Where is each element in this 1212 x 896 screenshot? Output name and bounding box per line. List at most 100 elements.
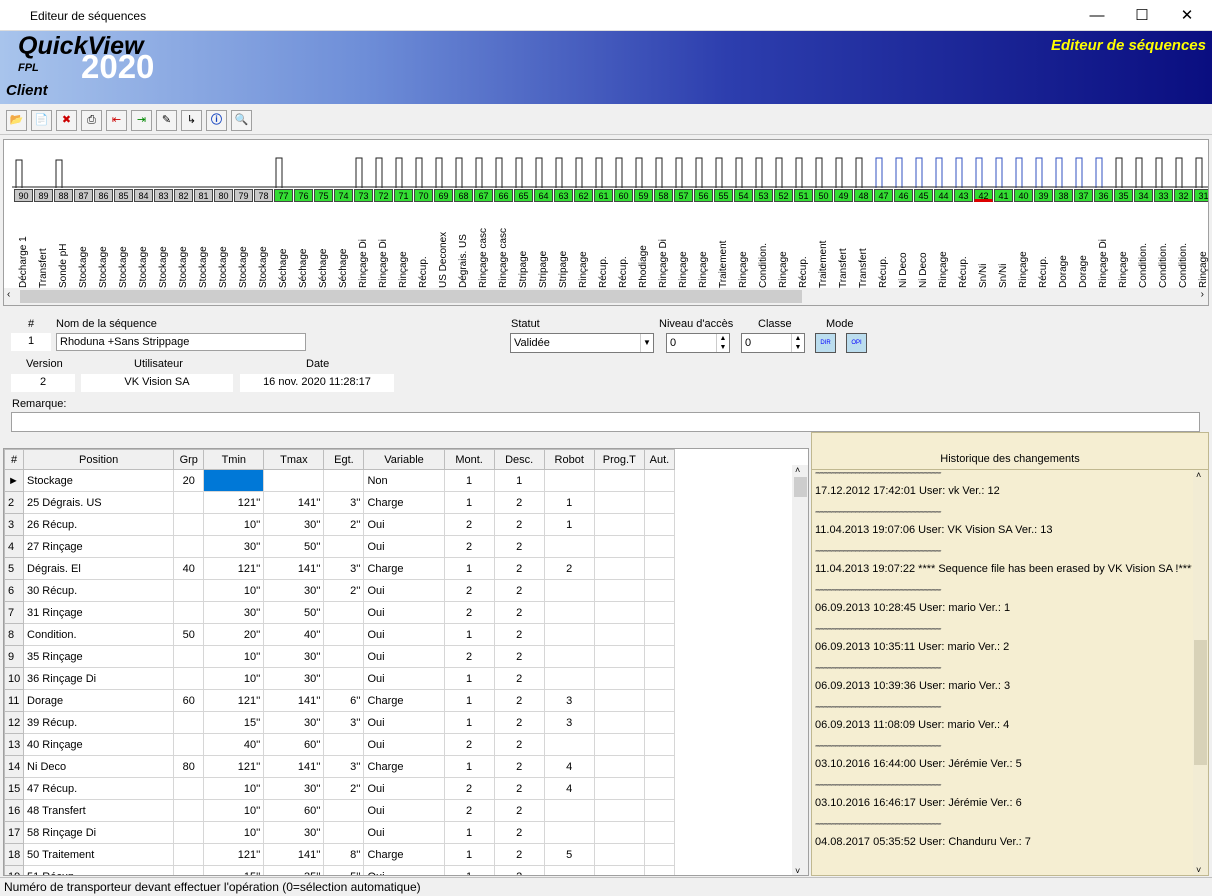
table-cell[interactable]	[323, 469, 365, 492]
table-cell[interactable]: 2''	[323, 513, 365, 536]
position-number[interactable]: 37	[1074, 189, 1093, 202]
table-cell[interactable]: 6''	[323, 689, 365, 712]
table-cell[interactable]: Ni Deco	[23, 755, 175, 778]
table-cell[interactable]: Oui	[363, 799, 445, 822]
table-cell[interactable]: 2''	[323, 579, 365, 602]
history-vertical-scrollbar[interactable]: ˄ ˅	[1193, 470, 1208, 875]
position-number[interactable]: 75	[314, 189, 333, 202]
table-cell[interactable]: 141''	[263, 843, 325, 866]
column-header[interactable]: Variable	[363, 449, 445, 470]
scroll-up-icon[interactable]: ˄	[1196, 470, 1201, 480]
table-cell[interactable]: 5	[4, 557, 25, 580]
table-cell[interactable]: 36 Rinçage Di	[23, 667, 175, 690]
table-cell[interactable]	[593, 733, 645, 756]
column-header[interactable]: Grp	[173, 449, 205, 470]
table-cell[interactable]	[643, 777, 676, 800]
table-cell[interactable]: 1	[443, 865, 495, 875]
table-cell[interactable]: 11	[4, 689, 25, 712]
table-cell[interactable]: 141''	[263, 491, 325, 514]
sequence-name-input[interactable]: Rhoduna +Sans Strippage	[56, 333, 306, 351]
table-cell[interactable]: 13	[4, 733, 25, 756]
table-cell[interactable]	[593, 491, 645, 514]
table-cell[interactable]	[643, 711, 676, 734]
table-cell[interactable]	[643, 601, 676, 624]
position-number[interactable]: 31	[1194, 189, 1208, 202]
table-cell[interactable]: 2	[493, 667, 545, 690]
stepper-arrows-icon[interactable]: ▲ ▼	[716, 334, 729, 352]
table-cell[interactable]: Oui	[363, 865, 445, 875]
position-number[interactable]: 88	[54, 189, 73, 202]
position-number[interactable]: 53	[754, 189, 773, 202]
column-header[interactable]: Desc.	[493, 449, 545, 470]
position-number[interactable]: 36	[1094, 189, 1113, 202]
table-cell[interactable]: 5''	[323, 865, 365, 875]
history-scroll-thumb[interactable]	[1194, 640, 1207, 765]
table-cell[interactable]: 2	[493, 733, 545, 756]
table-cell[interactable]: 30''	[263, 777, 325, 800]
position-number[interactable]: 55	[714, 189, 733, 202]
position-number[interactable]: 71	[394, 189, 413, 202]
table-cell[interactable]: 12	[4, 711, 25, 734]
table-cell[interactable]: 15''	[203, 711, 265, 734]
table-cell[interactable]: Condition.	[23, 623, 175, 646]
position-number[interactable]: 46	[894, 189, 913, 202]
table-row[interactable]: 8 Condition. 50 20'' 40'' Oui 1 2	[4, 623, 676, 646]
table-cell[interactable]: 16	[4, 799, 25, 822]
position-number[interactable]: 82	[174, 189, 193, 202]
table-cell[interactable]: 35 Rinçage	[23, 645, 175, 668]
table-cell[interactable]: 2	[443, 645, 495, 668]
table-row[interactable]: 3 26 Récup. 10'' 30'' 2'' Oui 2 2 1	[4, 513, 676, 536]
table-cell[interactable]: 7	[4, 601, 25, 624]
table-cell[interactable]: 141''	[263, 689, 325, 712]
flow-icon[interactable]: ↳	[181, 110, 202, 131]
table-cell[interactable]: 1	[443, 469, 495, 492]
table-cell[interactable]: 1	[543, 491, 595, 514]
table-cell[interactable]	[643, 623, 676, 646]
table-cell[interactable]: Oui	[363, 535, 445, 558]
position-number[interactable]: 70	[414, 189, 433, 202]
position-number[interactable]: 78	[254, 189, 273, 202]
table-cell[interactable]	[323, 733, 365, 756]
position-number[interactable]: 49	[834, 189, 853, 202]
table-row[interactable]: 9 35 Rinçage 10'' 30'' Oui 2 2	[4, 645, 676, 668]
table-cell[interactable]: 121''	[203, 557, 265, 580]
table-cell[interactable]: 14	[4, 755, 25, 778]
table-cell[interactable]	[173, 799, 205, 822]
table-cell[interactable]: 2	[543, 557, 595, 580]
table-cell[interactable]: 1	[543, 513, 595, 536]
table-cell[interactable]: 30 Récup.	[23, 579, 175, 602]
table-cell[interactable]: 1	[443, 843, 495, 866]
table-cell[interactable]: 2	[443, 513, 495, 536]
table-cell[interactable]: 2	[443, 601, 495, 624]
table-cell[interactable]: Charge	[363, 491, 445, 514]
table-cell[interactable]	[173, 711, 205, 734]
table-cell[interactable]	[593, 579, 645, 602]
table-cell[interactable]: 4	[543, 755, 595, 778]
table-cell[interactable]: 2	[493, 579, 545, 602]
table-cell[interactable]	[323, 623, 365, 646]
table-cell[interactable]: Oui	[363, 645, 445, 668]
table-cell[interactable]	[593, 557, 645, 580]
position-number[interactable]: 61	[594, 189, 613, 202]
table-cell[interactable]: 10''	[203, 645, 265, 668]
table-cell[interactable]: Charge	[363, 843, 445, 866]
table-cell[interactable]: Oui	[363, 821, 445, 844]
table-cell[interactable]: 9	[4, 645, 25, 668]
position-number[interactable]: 56	[694, 189, 713, 202]
table-cell[interactable]	[593, 623, 645, 646]
statut-select[interactable]: Validée ▼	[510, 333, 654, 353]
table-cell[interactable]	[593, 865, 645, 875]
column-header[interactable]: Robot	[543, 449, 595, 470]
table-cell[interactable]: Oui	[363, 579, 445, 602]
table-cell[interactable]: 3''	[323, 557, 365, 580]
table-cell[interactable]: 3	[543, 711, 595, 734]
table-cell[interactable]: 30''	[263, 667, 325, 690]
table-cell[interactable]: Charge	[363, 755, 445, 778]
table-cell[interactable]	[593, 535, 645, 558]
table-row[interactable]: 15 47 Récup. 10'' 30'' 2'' Oui 2 2 4	[4, 777, 676, 800]
table-cell[interactable]	[323, 821, 365, 844]
position-number[interactable]: 44	[934, 189, 953, 202]
table-cell[interactable]	[643, 667, 676, 690]
scroll-down-icon[interactable]: ˅	[1196, 865, 1201, 875]
position-number[interactable]: 66	[494, 189, 513, 202]
